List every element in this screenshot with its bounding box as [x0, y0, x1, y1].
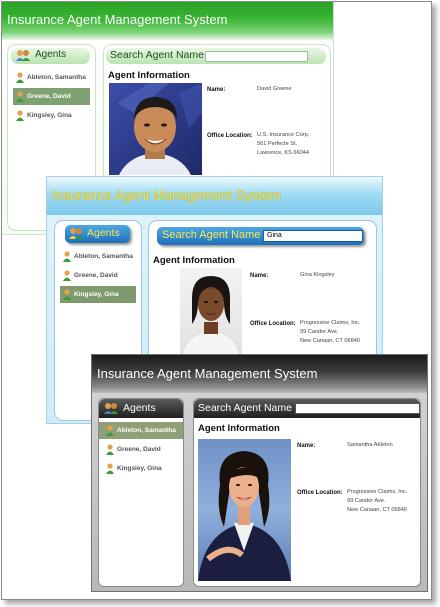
- office-line: Progressive Claims, Inc.: [300, 320, 361, 326]
- agent-name: Ableton, Samantha: [74, 253, 133, 260]
- agent-list-item[interactable]: Ableton, Samantha: [60, 248, 136, 265]
- agent-name: Kingsley, Gina: [117, 465, 162, 472]
- name-label: Name:: [250, 273, 269, 279]
- office-line: Lawrence, KS 66044: [257, 150, 309, 156]
- person-icon: [63, 251, 71, 262]
- agent-list-item-selected[interactable]: Greene, David: [13, 88, 90, 105]
- app-window-gray: Insurance Agent Management System Agents…: [91, 354, 428, 592]
- name-label: Name:: [297, 443, 316, 449]
- name-value: Gina Kingsley: [300, 272, 335, 278]
- office-label: Office Location:: [250, 321, 296, 327]
- agent-photo: [109, 83, 202, 175]
- app-title: Insurance Agent Management System: [7, 12, 228, 27]
- agent-name: Kingsley, Gina: [27, 112, 72, 119]
- section-title: Agent Information: [198, 423, 280, 434]
- person-icon: [106, 444, 114, 455]
- agents-icon: [103, 402, 119, 415]
- agent-photo: [180, 268, 242, 356]
- agents-panel: Agents Ableton, Samantha Greene, David K…: [98, 398, 184, 587]
- section-title: Agent Information: [153, 255, 235, 266]
- agent-list-item[interactable]: Ableton, Samantha: [13, 69, 90, 86]
- office-line: New Canaan, CT 06840: [300, 338, 360, 344]
- agent-list-item[interactable]: Kingsley, Gina: [13, 107, 90, 124]
- person-icon: [106, 425, 114, 436]
- agent-name: Greene, David: [74, 272, 118, 279]
- search-label: Search Agent Name: [162, 229, 261, 241]
- person-icon: [16, 91, 24, 102]
- search-input[interactable]: [205, 51, 308, 62]
- search-input[interactable]: [295, 403, 420, 414]
- search-bar: Search Agent Name: [106, 48, 326, 64]
- agents-icon: [15, 49, 31, 62]
- app-title: Insurance Agent Management System: [52, 188, 281, 203]
- office-line: New Canaan, CT 06840: [347, 507, 407, 513]
- agents-header: Agents: [11, 48, 90, 64]
- section-title: Agent Information: [108, 70, 190, 81]
- agent-list-item[interactable]: Kingsley, Gina: [99, 460, 183, 477]
- search-label: Search Agent Name: [198, 402, 292, 414]
- agent-name: Ableton, Samantha: [27, 74, 86, 81]
- agent-name: Ableton, Samantha: [117, 427, 176, 434]
- person-icon: [16, 110, 24, 121]
- agents-header-label: Agents: [35, 49, 67, 60]
- screenshot-frame: Insurance Agent Management System Agents…: [1, 1, 432, 600]
- title-bar: Insurance Agent Management System: [2, 2, 333, 40]
- name-value: David Greene: [257, 86, 292, 92]
- agent-list-item-selected[interactable]: Kingsley, Gina: [60, 286, 136, 303]
- name-value: Samantha Ableton: [347, 442, 393, 448]
- search-input[interactable]: Gina: [263, 230, 363, 242]
- name-label: Name:: [207, 87, 226, 93]
- person-icon: [63, 270, 71, 281]
- agent-photo: [198, 439, 291, 581]
- agent-list-item[interactable]: Greene, David: [60, 267, 136, 284]
- agent-list-item-selected[interactable]: Ableton, Samantha: [99, 422, 183, 439]
- person-icon: [63, 289, 71, 300]
- office-label: Office Location:: [207, 133, 253, 139]
- agent-name: Greene, David: [117, 446, 161, 453]
- detail-panel: Search Agent Name Agent Information Name…: [193, 398, 421, 587]
- agents-header-label: Agents: [87, 227, 120, 239]
- office-line: 99 Candor Ave.: [300, 329, 339, 335]
- office-label: Office Location:: [297, 490, 343, 496]
- person-icon: [16, 72, 24, 83]
- agents-header-label: Agents: [123, 402, 156, 414]
- title-bar: Insurance Agent Management System: [47, 177, 382, 215]
- person-icon: [106, 463, 114, 474]
- agent-name: Kingsley, Gina: [74, 291, 119, 298]
- search-bar: Search Agent Name Gina: [157, 227, 364, 245]
- search-bar: Search Agent Name: [194, 399, 420, 418]
- agent-name: Greene, David: [27, 93, 71, 100]
- agents-header: Agents: [65, 225, 130, 243]
- title-bar: Insurance Agent Management System: [92, 355, 427, 393]
- agent-list-item[interactable]: Greene, David: [99, 441, 183, 458]
- agents-icon: [68, 227, 84, 240]
- agents-header: Agents: [99, 399, 183, 418]
- office-line: 561 Perfecte St.: [257, 141, 298, 147]
- search-label: Search Agent Name: [110, 49, 204, 61]
- office-line: 99 Candor Ave.: [347, 498, 386, 504]
- office-line: U.S. Insurance Corp.: [257, 132, 310, 138]
- app-title: Insurance Agent Management System: [97, 366, 318, 381]
- office-line: Progressive Claims, Inc.: [347, 489, 408, 495]
